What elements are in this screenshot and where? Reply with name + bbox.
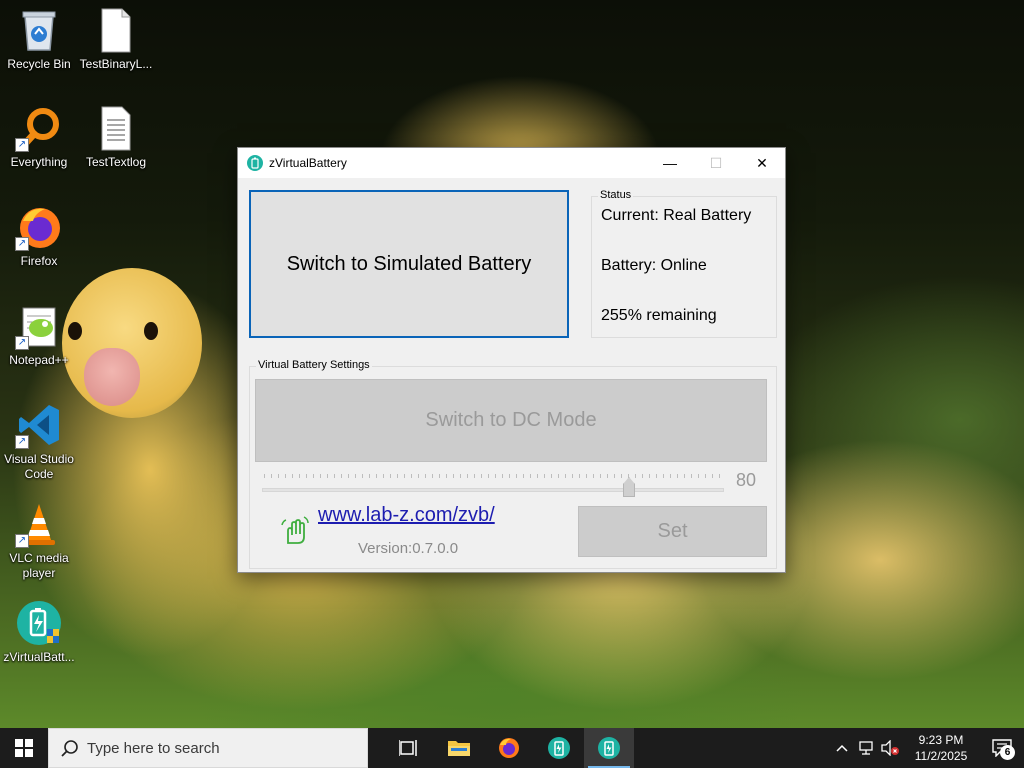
desktop-icon-testbinary[interactable]: TestBinaryL... (78, 6, 154, 72)
desktop-icon-label: TestBinaryL... (79, 57, 153, 71)
search-placeholder: Type here to search (87, 739, 220, 757)
windows-logo-icon (15, 739, 33, 757)
minimize-button[interactable]: — (647, 148, 693, 178)
desktop-icon-label: Recycle Bin (7, 57, 71, 71)
action-center-button[interactable]: 6 (980, 728, 1024, 768)
switch-to-dc-mode-button[interactable]: Switch to DC Mode (255, 379, 767, 462)
desktop-icon-everything[interactable]: ↗ Everything (1, 104, 77, 170)
zvirtualbattery-window: zVirtualBattery — ☐ ✕ Switch to Simulate… (237, 147, 786, 573)
zvirtualbattery-icon (548, 737, 570, 759)
zvirtualbattery-icon (598, 737, 620, 759)
shortcut-arrow-icon: ↗ (15, 534, 29, 548)
hand-wave-icon (280, 515, 310, 545)
wallpaper-duck-eye (144, 322, 158, 340)
virtual-battery-settings-group: Virtual Battery Settings Switch to DC Mo… (249, 359, 777, 569)
taskbar: Type here to search 9:23 PM 11/2/2025 6 (0, 728, 1024, 768)
window-title: zVirtualBattery (269, 156, 347, 170)
app-battery-icon (247, 155, 263, 171)
notification-count-badge: 6 (1000, 745, 1015, 760)
status-remaining: 255% remaining (601, 307, 717, 324)
task-view-button[interactable] (384, 728, 434, 768)
desktop-icon-recycle-bin[interactable]: Recycle Bin (1, 6, 77, 72)
text-file-icon (92, 104, 140, 152)
website-link[interactable]: www.lab-z.com/zvb/ (318, 504, 495, 527)
taskbar-search-box[interactable]: Type here to search (48, 728, 368, 768)
set-button[interactable]: Set (578, 506, 767, 557)
desktop-icon-label: Everything (10, 155, 68, 169)
taskbar-clock[interactable]: 9:23 PM 11/2/2025 (902, 732, 980, 764)
desktop-icon-zvirtualbattery[interactable]: zVirtualBatt... (1, 599, 77, 665)
volume-muted-icon[interactable] (878, 728, 902, 768)
desktop-icon-notepadpp[interactable]: ↗ Notepad++ (1, 302, 77, 368)
shortcut-arrow-icon: ↗ (15, 237, 29, 251)
taskbar-zvirtualbattery[interactable] (534, 728, 584, 768)
chevron-up-icon (836, 744, 848, 752)
desktop-icon-label: Notepad++ (9, 353, 69, 367)
desktop-icon-label: TestTextlog (85, 155, 147, 169)
vlc-icon: ↗ (15, 500, 63, 548)
zvirtualbattery-icon (15, 599, 63, 647)
desktop-icon-label: Visual Studio Code (4, 452, 74, 481)
taskbar-firefox[interactable] (484, 728, 534, 768)
folder-icon (448, 741, 470, 756)
maximize-button[interactable]: ☐ (693, 148, 739, 178)
search-icon (61, 739, 79, 757)
network-icon[interactable] (854, 728, 878, 768)
switch-to-simulated-battery-button[interactable]: Switch to Simulated Battery (249, 190, 569, 338)
system-tray: 9:23 PM 11/2/2025 6 (830, 728, 1024, 768)
shortcut-arrow-icon: ↗ (15, 138, 29, 152)
desktop-icon-label: Firefox (20, 254, 58, 268)
status-battery: Battery: Online (601, 257, 707, 274)
version-label: Version:0.7.0.0 (358, 540, 459, 557)
window-titlebar[interactable]: zVirtualBattery — ☐ ✕ (238, 148, 785, 178)
battery-level-slider[interactable] (262, 488, 724, 492)
notepadpp-icon: ↗ (15, 302, 63, 350)
settings-group-label: Virtual Battery Settings (256, 359, 372, 371)
wallpaper-duck-beak (84, 348, 140, 406)
status-current: Current: Real Battery (601, 207, 752, 224)
clock-date: 11/2/2025 (914, 749, 968, 763)
desktop-icon-vscode[interactable]: ↗ Visual Studio Code (1, 401, 77, 482)
desktop-icon-label: zVirtualBatt... (3, 650, 75, 664)
show-hidden-icons-button[interactable] (830, 728, 854, 768)
status-group-label: Status (598, 189, 634, 201)
close-button[interactable]: ✕ (739, 148, 785, 178)
clock-time: 9:23 PM (918, 733, 964, 747)
taskbar-file-explorer[interactable] (434, 728, 484, 768)
slider-ticks (264, 474, 724, 478)
firefox-icon: ↗ (15, 203, 63, 251)
desktop-icon-vlc[interactable]: ↗ VLC media player (1, 500, 77, 581)
firefox-icon (499, 738, 519, 758)
status-group: Status Current: Real Battery Battery: On… (591, 189, 777, 338)
file-icon (92, 6, 140, 54)
start-button[interactable] (0, 728, 48, 768)
recycle-bin-icon (15, 6, 63, 54)
vscode-icon: ↗ (15, 401, 63, 449)
slider-thumb[interactable] (623, 477, 635, 497)
shortcut-arrow-icon: ↗ (15, 435, 29, 449)
shortcut-arrow-icon: ↗ (15, 336, 29, 350)
taskbar-zvirtualbattery-active[interactable] (584, 728, 634, 768)
desktop-icon-label: VLC media player (9, 551, 69, 580)
desktop-icon-testtextlog[interactable]: TestTextlog (78, 104, 154, 170)
task-view-icon (399, 740, 417, 756)
everything-search-icon: ↗ (15, 104, 63, 152)
slider-value: 80 (736, 470, 757, 490)
desktop-icon-firefox[interactable]: ↗ Firefox (1, 203, 77, 269)
